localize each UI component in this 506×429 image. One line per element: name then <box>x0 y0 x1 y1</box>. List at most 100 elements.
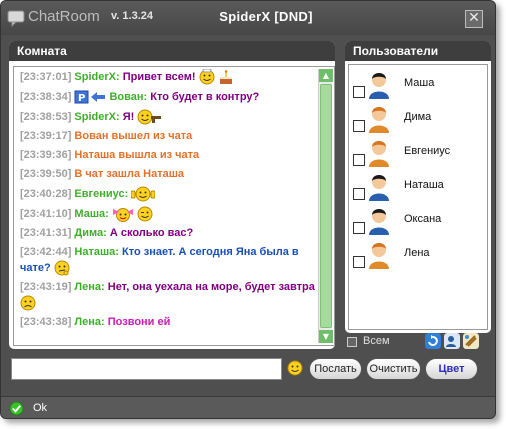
users-list: Маша Дима Евгениус Наташа Оксана Лена <box>348 64 488 330</box>
message-nick: SpiderX: <box>74 70 120 83</box>
scroll-down-icon[interactable]: ▼ <box>319 330 333 343</box>
avatar-dark-icon <box>369 73 389 99</box>
message-time: [23:41:10] <box>20 207 72 220</box>
chatroom-logo-icon <box>7 10 25 27</box>
app-version: v. 1.3.24 <box>111 10 153 22</box>
user-name: Наташа <box>404 179 444 191</box>
message-time: [23:37:01] <box>20 70 72 83</box>
message-text: Нет, она уехала на море, будет завтра <box>107 281 315 293</box>
scroll-up-icon[interactable]: ▲ <box>319 69 333 82</box>
message-time: [23:42:44] <box>20 246 72 258</box>
message-nick: Лена: <box>74 281 105 293</box>
message-nick: Вован: <box>109 90 148 103</box>
chat-message: [23:38:34] P Вован: Кто будет в контру? <box>16 89 318 105</box>
message-time: [23:43:19] <box>20 281 72 293</box>
title-bar: ChatRoom v. 1.3.24 SpiderX [DND] ✕ <box>1 1 495 35</box>
message-text: А сколько вас? <box>109 227 194 239</box>
chat-scrollbar[interactable]: ▲ ▼ <box>318 69 333 343</box>
chat-message: [23:39:50] В чат зашла Наташа <box>16 167 318 182</box>
chat-message: [23:43:19] Лена: Нет, она уехала на море… <box>16 280 318 311</box>
user-list-item[interactable]: Евгениус <box>349 137 489 171</box>
message-time: [23:40:28] <box>20 187 72 200</box>
message-list: [23:37:01] SpiderX: Привет всем! [23:38:… <box>16 69 318 345</box>
color-button[interactable]: Цвет <box>425 358 478 380</box>
user-list-item[interactable]: Дима <box>349 103 489 137</box>
message-time: [23:38:34] <box>20 90 72 103</box>
user-checkbox[interactable] <box>353 120 365 132</box>
chat-message: [23:38:53] SpiderX: Я! <box>16 109 318 125</box>
user-list-item[interactable]: Маша <box>349 69 489 103</box>
user-name: Оксана <box>404 213 442 225</box>
chat-message: [23:41:10] Маша: <box>16 206 318 222</box>
send-button[interactable]: Послать <box>309 358 362 380</box>
send-to-all-label: Всем <box>363 335 390 347</box>
user-list-item[interactable]: Лена <box>349 239 489 273</box>
app-name: ChatRoom <box>28 8 100 25</box>
user-checkbox[interactable] <box>353 222 365 234</box>
avatar-orange-icon <box>369 141 389 167</box>
smiley-wink-icon <box>137 206 153 222</box>
scroll-thumb[interactable] <box>320 84 332 328</box>
message-nick: Лена: <box>74 316 105 328</box>
smiley-thumbs-up-icon <box>131 186 156 202</box>
window-title-user: SpiderX [DND] <box>219 9 313 24</box>
message-text: В чат зашла Наташа <box>74 168 184 180</box>
chat-window: ChatRoom v. 1.3.24 SpiderX [DND] ✕ Комна… <box>0 0 496 419</box>
smiley-picker-icon[interactable] <box>287 360 303 376</box>
chat-message: [23:42:44] Наташа: Кто знает. А сегодня … <box>16 245 318 276</box>
chat-message: [23:43:38] Лена: Позвони ей <box>16 315 318 330</box>
message-time: [23:43:38] <box>20 316 72 328</box>
smiley-gun-icon <box>137 109 162 125</box>
message-text: Я! <box>122 110 135 123</box>
status-text: Ok <box>33 402 48 414</box>
chat-log[interactable]: [23:37:01] SpiderX: Привет всем! [23:38:… <box>13 66 335 346</box>
avatar-dark-icon <box>369 175 389 201</box>
chat-message: [23:39:17] Вован вышел из чата <box>16 129 318 144</box>
user-name: Маша <box>404 77 435 89</box>
user-checkbox[interactable] <box>353 188 365 200</box>
message-input[interactable] <box>11 358 282 380</box>
smiley-thinking-icon <box>54 260 70 276</box>
user-checkbox[interactable] <box>353 86 365 98</box>
chat-message: [23:37:01] SpiderX: Привет всем! <box>16 69 318 85</box>
room-panel: Комната [23:37:01] SpiderX: Привет всем!… <box>9 41 335 349</box>
user-name: Евгениус <box>404 145 451 157</box>
user-name: Лена <box>404 247 430 259</box>
settings-icon[interactable] <box>463 333 479 349</box>
avatar-dark-icon <box>369 209 389 235</box>
check-icon <box>9 401 24 416</box>
user-search-icon[interactable] <box>444 333 460 349</box>
message-text: Наташа вышла из чата <box>74 149 200 161</box>
message-text: Позвони ей <box>107 316 171 328</box>
message-time: [23:39:36] <box>20 149 72 161</box>
user-list-item[interactable]: Наташа <box>349 171 489 205</box>
message-text: Привет всем! <box>122 70 196 83</box>
smiley-sad-icon <box>20 295 36 311</box>
message-text: Вован вышел из чата <box>74 130 193 142</box>
chat-message: [23:41:31] Дима: А сколько вас? <box>16 226 318 241</box>
clear-button[interactable]: Очистить <box>366 358 421 380</box>
close-button[interactable]: ✕ <box>465 10 483 28</box>
user-list-item[interactable]: Оксана <box>349 205 489 239</box>
user-checkbox[interactable] <box>353 256 365 268</box>
send-to-all-checkbox[interactable] <box>347 337 357 347</box>
message-nick: Наташа: <box>74 246 119 258</box>
refresh-icon[interactable] <box>425 333 441 349</box>
arrow-left-icon <box>91 92 106 102</box>
message-nick: Дима: <box>74 227 107 239</box>
message-nick: Маша: <box>74 207 109 220</box>
avatar-orange-icon <box>369 243 389 269</box>
chat-message: [23:40:28] Евгениус: <box>16 186 318 202</box>
user-checkbox[interactable] <box>353 154 365 166</box>
room-panel-title: Комната <box>9 41 335 61</box>
users-panel: Пользователи Маша Дима Евгениус Наташа Оксан… <box>345 41 491 333</box>
message-text: Кто будет в контру? <box>150 90 260 103</box>
status-bar: Ok <box>1 396 495 418</box>
message-time: [23:41:31] <box>20 227 72 239</box>
smiley-chef-icon <box>199 69 215 85</box>
message-nick: SpiderX: <box>74 110 120 123</box>
message-time: [23:39:17] <box>20 130 72 142</box>
chat-message: [23:39:36] Наташа вышла из чата <box>16 148 318 163</box>
message-nick: Евгениус: <box>74 187 129 200</box>
private-p-icon: P <box>74 90 89 104</box>
